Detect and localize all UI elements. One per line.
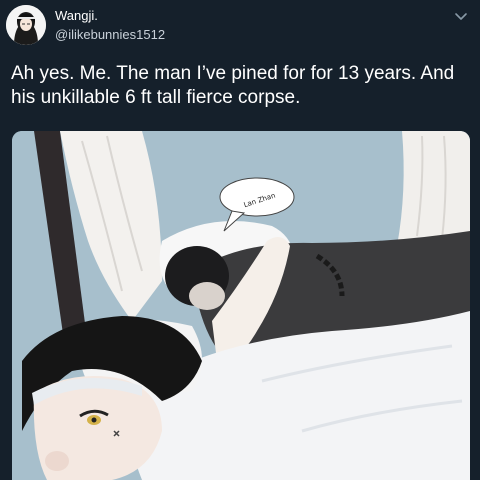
chevron-down-icon[interactable] (454, 10, 468, 24)
avatar-image (6, 5, 46, 45)
display-name[interactable]: Wangji. (55, 8, 98, 23)
tweet-header: Wangji. @ilikebunnies1512 (0, 0, 480, 52)
tweet-text: Ah yes. Me. The man I’ve pined for for 1… (11, 63, 455, 108)
illustration: Lan Zhan (12, 131, 470, 480)
tweet-media-image[interactable]: Lan Zhan (12, 131, 470, 480)
avatar[interactable] (6, 5, 46, 45)
user-handle[interactable]: @ilikebunnies1512 (55, 27, 165, 42)
